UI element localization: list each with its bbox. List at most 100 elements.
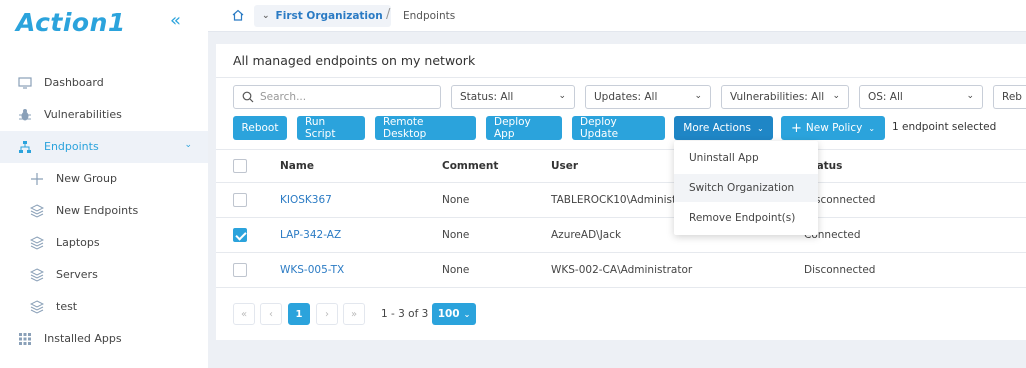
breadcrumb: Endpoints (403, 10, 456, 22)
page-title: All managed endpoints on my network (233, 53, 476, 68)
column-header-name[interactable]: Name (280, 160, 314, 172)
reboot-filter-value: Reb (1002, 91, 1022, 103)
chevron-down-icon: ⌄ (966, 91, 974, 101)
select-all-checkbox[interactable] (233, 159, 247, 173)
more-actions-button[interactable]: More Actions ⌄ (674, 116, 773, 140)
new-policy-button[interactable]: + New Policy ⌄ (781, 116, 885, 140)
layers-icon (30, 300, 44, 314)
sidebar-item-label: Vulnerabilities (44, 108, 122, 121)
comment-cell: None (442, 229, 470, 241)
deploy-update-button[interactable]: Deploy Update (572, 116, 665, 140)
vulnerabilities-filter[interactable]: Vulnerabilities: All ⌄ (721, 85, 849, 109)
os-filter[interactable]: OS: All ⌄ (859, 85, 983, 109)
deploy-app-button[interactable]: Deploy App (486, 116, 562, 140)
menu-item-remove-endpoints[interactable]: Remove Endpoint(s) (674, 204, 818, 232)
search-input[interactable]: Search... (233, 85, 441, 109)
page-size-selector[interactable]: 100 ⌄ (432, 303, 476, 325)
sidebar-item-label: New Endpoints (56, 204, 139, 217)
divider (216, 77, 1026, 78)
chevron-down-icon: ⌄ (694, 91, 702, 101)
column-header-comment[interactable]: Comment (442, 160, 498, 172)
more-actions-label: More Actions (683, 122, 752, 134)
endpoint-name-link[interactable]: LAP-342-AZ (280, 229, 341, 241)
pagination-info: 1 - 3 of 3 (381, 308, 429, 320)
page-size-value: 100 (437, 308, 460, 320)
more-actions-menu: Uninstall App Switch Organization Remove… (674, 141, 818, 235)
grid-icon (19, 333, 31, 345)
next-page-button[interactable]: › (316, 303, 338, 325)
sidebar-item-label: test (56, 300, 78, 313)
endpoint-name-link[interactable]: WKS-005-TX (280, 264, 344, 276)
sidebar-item-label: Endpoints (44, 140, 99, 153)
chevron-down-icon: ⌄ (832, 91, 840, 101)
sidebar-item-label: New Group (56, 172, 117, 185)
status-filter-value: Status: All (460, 91, 514, 103)
search-placeholder: Search... (260, 91, 307, 103)
comment-cell: None (442, 194, 470, 206)
remote-desktop-button[interactable]: Remote Desktop (375, 116, 476, 140)
status-filter[interactable]: Status: All ⌄ (451, 85, 575, 109)
row-checkbox[interactable] (233, 263, 247, 277)
sidebar-item-dashboard[interactable]: Dashboard (0, 67, 208, 99)
endpoint-name-link[interactable]: KIOSK367 (280, 194, 332, 206)
sidebar-item-endpoints[interactable]: Endpoints ⌄ (0, 131, 208, 163)
organization-selector[interactable]: ⌄ First Organization (254, 5, 391, 27)
chevron-down-icon: ⌄ (463, 309, 471, 319)
last-page-button[interactable]: » (343, 303, 365, 325)
chevron-down-icon: ⌄ (757, 123, 764, 133)
table-header: Name Comment User Status (216, 149, 1026, 183)
comment-cell: None (442, 264, 470, 276)
bug-icon (19, 109, 31, 121)
layers-icon (30, 236, 44, 250)
first-page-button[interactable]: « (233, 303, 255, 325)
table-row[interactable]: KIOSK367 None TABLEROCK10\Administr Disc… (216, 183, 1026, 218)
reboot-filter[interactable]: Reb (993, 85, 1026, 109)
sidebar-item-laptops[interactable]: Laptops (0, 227, 208, 259)
sidebar-item-new-group[interactable]: New Group (0, 163, 208, 195)
user-cell: TABLEROCK10\Administr (551, 194, 681, 206)
chevron-down-icon: ⌄ (558, 91, 566, 101)
app-logo: Action1 (16, 8, 126, 37)
sidebar-item-test[interactable]: test (0, 291, 208, 323)
menu-item-switch-organization[interactable]: Switch Organization (674, 174, 818, 202)
page-1-button[interactable]: 1 (288, 303, 310, 325)
chevron-down-icon: ⌄ (184, 140, 192, 150)
user-cell: WKS-002-CA\Administrator (551, 264, 693, 276)
updates-filter[interactable]: Updates: All ⌄ (585, 85, 711, 109)
layers-icon (30, 204, 44, 218)
breadcrumb-separator: / (386, 7, 391, 22)
sidebar-item-label: Laptops (56, 236, 100, 249)
table-row[interactable]: WKS-005-TX None WKS-002-CA\Administrator… (216, 253, 1026, 288)
plus-icon (31, 173, 43, 185)
collapse-sidebar-icon[interactable]: « (170, 10, 181, 31)
sidebar-item-installed-apps[interactable]: Installed Apps (0, 323, 208, 355)
user-cell: AzureAD\Jack (551, 229, 622, 241)
chevron-down-icon: ⌄ (868, 123, 876, 133)
endpoints-panel: All managed endpoints on my network Sear… (216, 44, 1026, 340)
sidebar-item-new-endpoints[interactable]: New Endpoints (0, 195, 208, 227)
prev-page-button[interactable]: ‹ (260, 303, 282, 325)
sidebar-item-label: Dashboard (44, 76, 104, 89)
network-icon (19, 141, 31, 153)
layers-icon (30, 268, 44, 282)
reboot-button[interactable]: Reboot (233, 116, 287, 140)
chevron-down-icon: ⌄ (262, 11, 270, 21)
sidebar-item-label: Servers (56, 268, 98, 281)
search-icon (242, 91, 254, 103)
column-header-user[interactable]: User (551, 160, 578, 172)
sidebar-item-label: Installed Apps (44, 332, 122, 345)
menu-item-uninstall-app[interactable]: Uninstall App (674, 144, 818, 172)
vulnerabilities-filter-value: Vulnerabilities: All (730, 91, 825, 103)
status-cell: Disconnected (804, 264, 876, 276)
row-checkbox[interactable] (233, 193, 247, 207)
sidebar-item-servers[interactable]: Servers (0, 259, 208, 291)
row-checkbox[interactable] (233, 228, 247, 242)
selection-count: 1 endpoint selected (892, 121, 997, 133)
sidebar-item-vulnerabilities[interactable]: Vulnerabilities (0, 99, 208, 131)
plus-icon: + (790, 120, 802, 136)
table-row[interactable]: LAP-342-AZ None AzureAD\Jack Connected (216, 218, 1026, 253)
dashboard-icon (18, 77, 32, 89)
home-icon[interactable] (232, 9, 244, 21)
run-script-button[interactable]: Run Script (297, 116, 365, 140)
topbar: ⌄ First Organization / Endpoints (208, 0, 1026, 32)
